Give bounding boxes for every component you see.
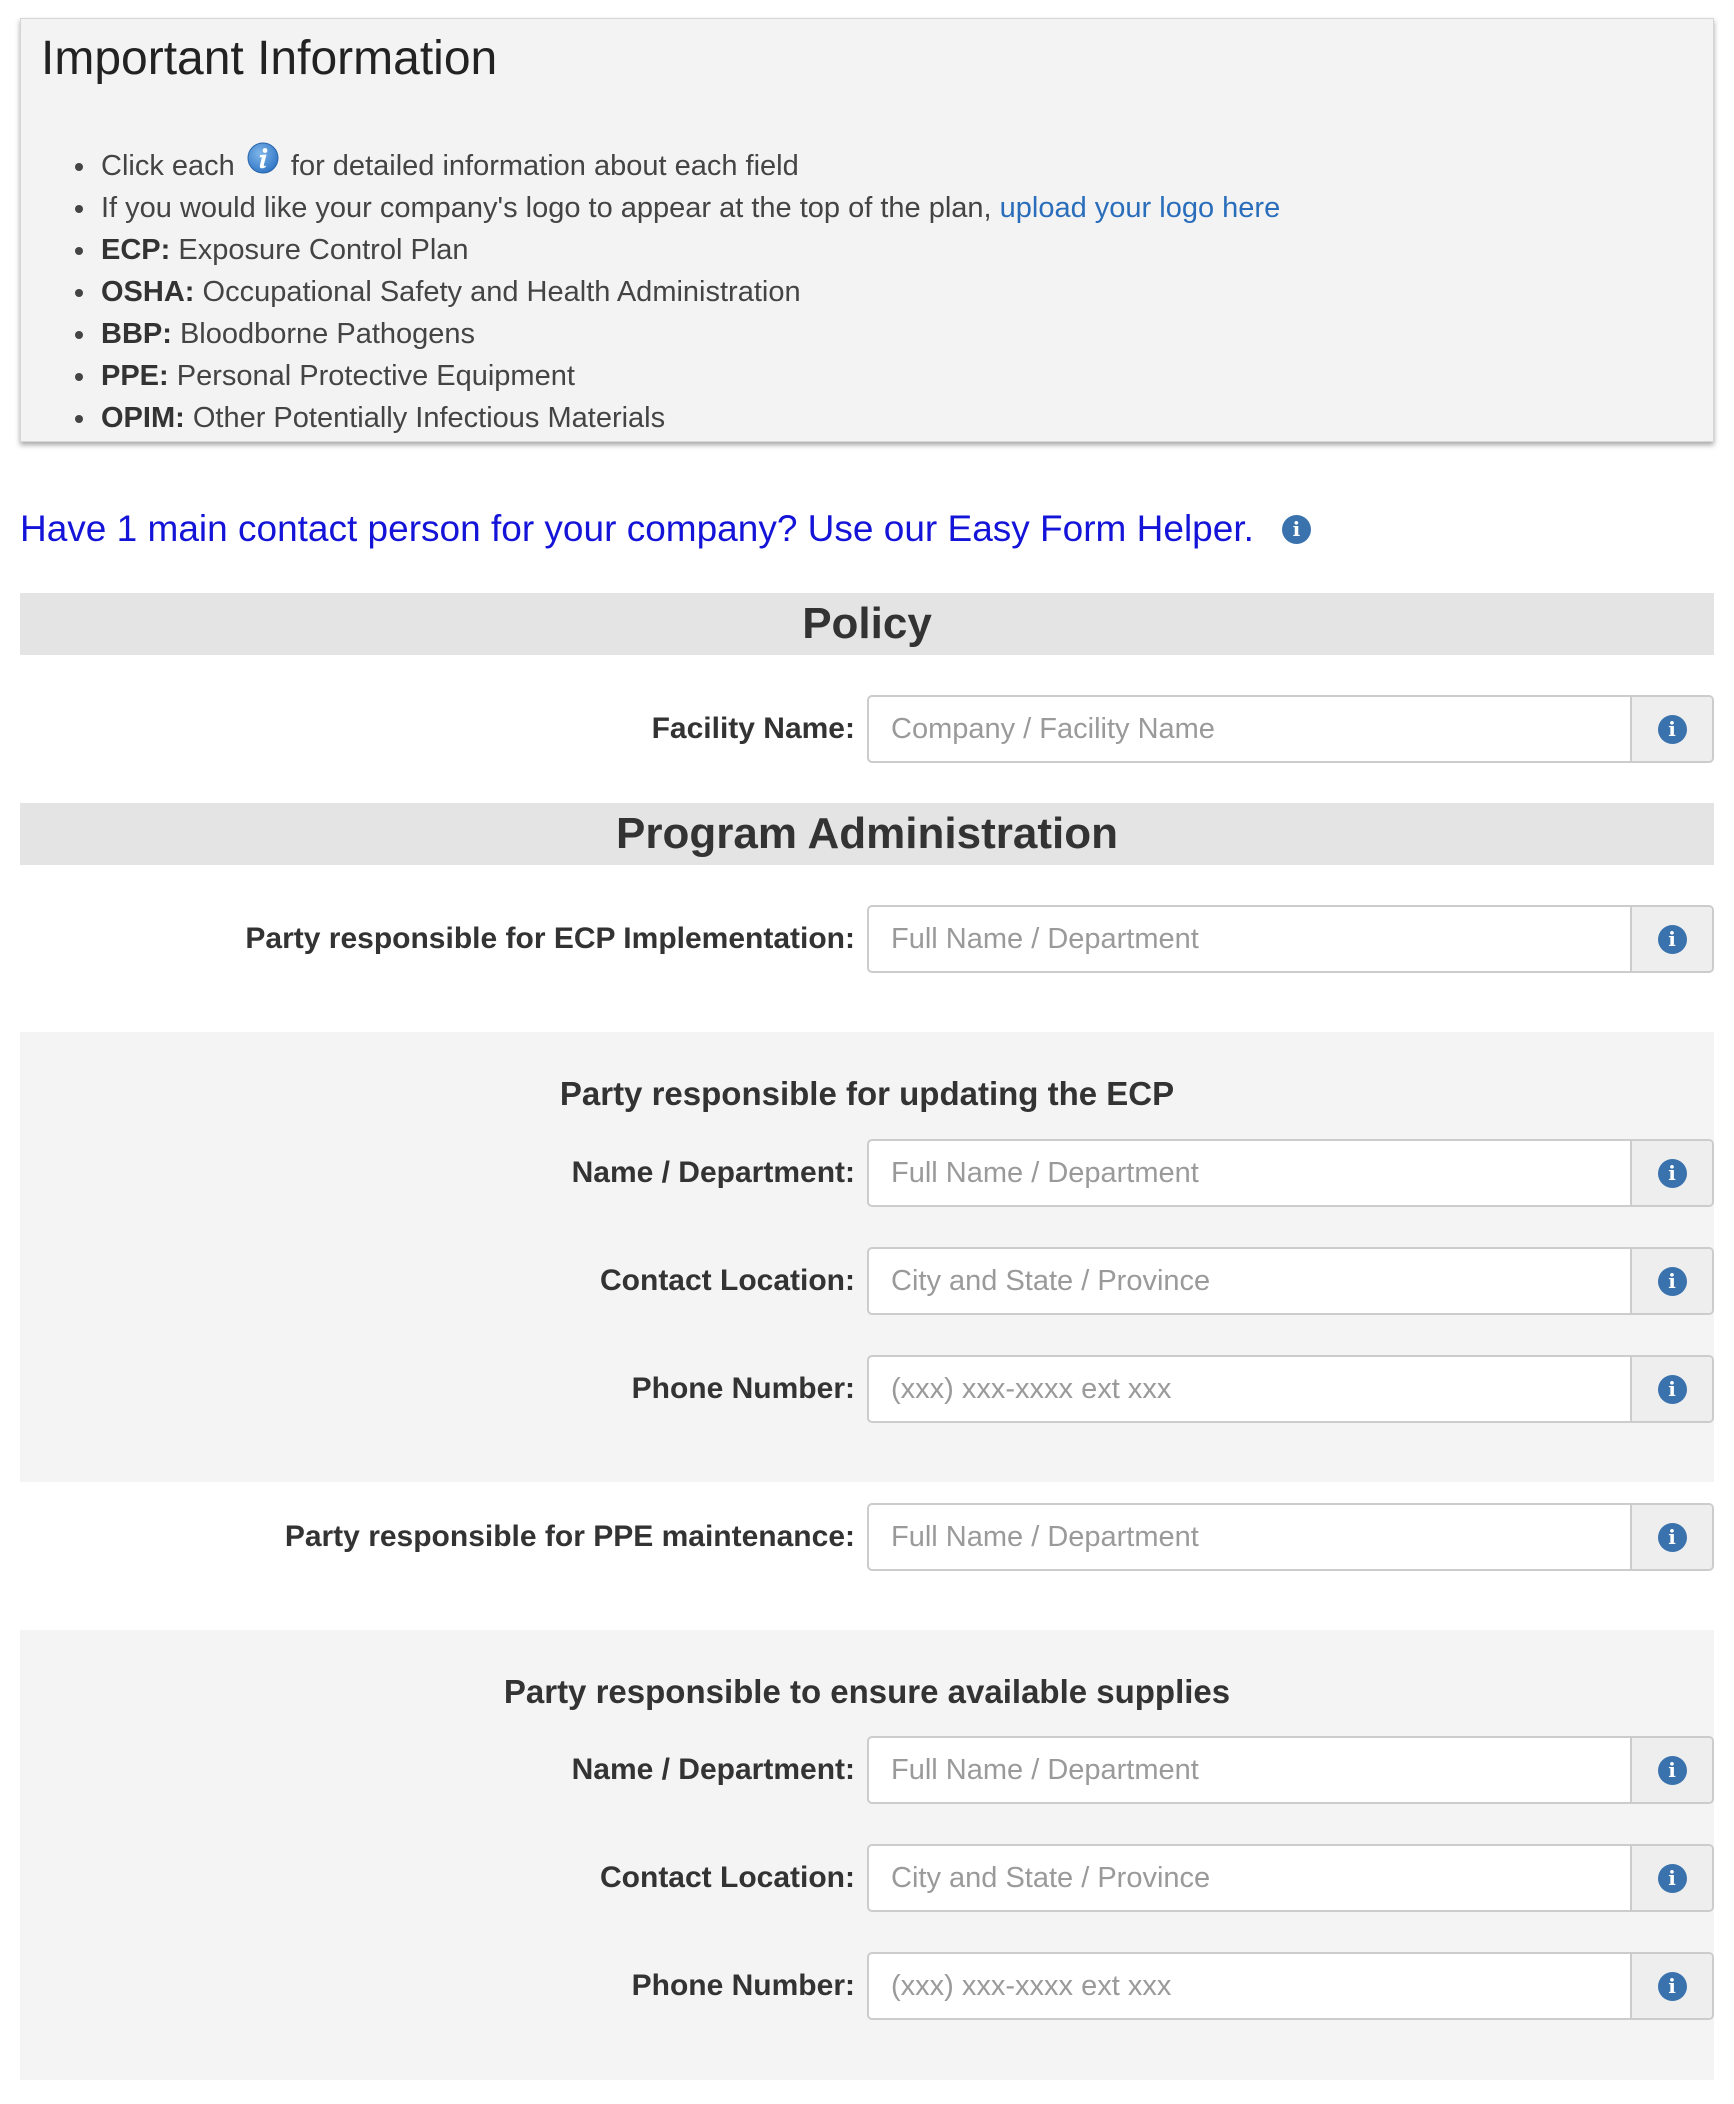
info-icon: i — [1657, 1158, 1687, 1188]
term-ecp: ECP: — [101, 234, 171, 266]
helper-info-icon[interactable]: i — [1281, 514, 1311, 544]
supplies-phone-label: Phone Number: — [631, 1969, 855, 2002]
desc-osha: Occupational Safety and Health Administr… — [202, 276, 801, 308]
section-header-program-administration: Program Administration — [20, 803, 1714, 865]
info-item-ecp: ECP: Exposure Control Plan — [74, 229, 1280, 271]
facility-name-info-button[interactable]: i — [1630, 697, 1712, 761]
updating-location-info-button[interactable]: i — [1630, 1249, 1712, 1313]
info-panel-title: Important Information — [41, 32, 498, 85]
page: Important Information Click each for det… — [0, 0, 1734, 2104]
ecp-implementation-group: i — [867, 905, 1714, 973]
info-item-logo-text: If you would like your company's logo to… — [101, 192, 992, 224]
important-info-panel: Important Information Click each for det… — [20, 18, 1714, 442]
info-icon: i — [1657, 924, 1687, 954]
ppe-maintenance-group: i — [867, 1503, 1714, 1571]
form-row-facility-name: Facility Name: i — [20, 695, 1714, 763]
info-item-click-each: Click each for detailed information abou… — [74, 142, 1280, 187]
info-icon: i — [1657, 714, 1687, 744]
supplies-phone-info-button[interactable]: i — [1630, 1954, 1712, 2018]
info-icon — [247, 142, 279, 186]
info-item-ppe: PPE: Personal Protective Equipment — [74, 355, 1280, 397]
form-row-supplies-location: Contact Location: i — [20, 1844, 1714, 1912]
ppe-maintenance-label: Party responsible for PPE maintenance: — [284, 1520, 855, 1553]
term-opim: OPIM: — [101, 402, 185, 434]
updating-ecp-title: Party responsible for updating the ECP — [559, 1075, 1175, 1112]
form-row-supplies-phone: Phone Number: i — [20, 1952, 1714, 2020]
supplies-name-label: Name / Department: — [571, 1753, 855, 1786]
supplies-name-group: i — [867, 1736, 1714, 1804]
info-item-opim: OPIM: Other Potentially Infectious Mater… — [74, 397, 1280, 439]
updating-phone-label: Phone Number: — [631, 1372, 855, 1405]
supplies-name-info-button[interactable]: i — [1630, 1738, 1712, 1802]
easy-form-helper-row: Have 1 main contact person for your comp… — [20, 504, 1311, 554]
info-item-prefix: Click each — [101, 150, 235, 182]
supplies-location-group: i — [867, 1844, 1714, 1912]
info-icon: i — [1657, 1266, 1687, 1296]
updating-location-input[interactable] — [869, 1249, 1633, 1313]
ecp-implementation-input[interactable] — [869, 907, 1633, 971]
term-osha: OSHA: — [101, 276, 195, 308]
desc-ecp: Exposure Control Plan — [178, 234, 469, 266]
supplies-name-input[interactable] — [869, 1738, 1633, 1802]
info-icon: i — [1657, 1863, 1687, 1893]
upload-logo-link[interactable]: upload your logo here — [1000, 192, 1281, 224]
updating-location-label: Contact Location: — [600, 1264, 855, 1297]
form-row-ecp-implementation: Party responsible for ECP Implementation… — [20, 905, 1714, 973]
info-item-osha: OSHA: Occupational Safety and Health Adm… — [74, 271, 1280, 313]
supplies-location-label: Contact Location: — [600, 1861, 855, 1894]
info-icon: i — [1657, 1755, 1687, 1785]
supplies-phone-group: i — [867, 1952, 1714, 2020]
info-item-bbp: BBP: Bloodborne Pathogens — [74, 313, 1280, 355]
facility-name-input[interactable] — [869, 697, 1633, 761]
term-bbp: BBP: — [101, 318, 172, 350]
section-header-policy: Policy — [20, 593, 1714, 655]
info-icon: i — [1657, 1374, 1687, 1404]
updating-name-input[interactable] — [869, 1141, 1633, 1205]
supplies-location-input[interactable] — [869, 1846, 1633, 1910]
supplies-title: Party responsible to ensure available su… — [503, 1673, 1231, 1710]
updating-name-info-button[interactable]: i — [1630, 1141, 1712, 1205]
facility-name-group: i — [867, 695, 1714, 763]
info-item-suffix: for detailed information about each fiel… — [290, 150, 799, 182]
updating-location-group: i — [867, 1247, 1714, 1315]
supplies-phone-input[interactable] — [869, 1954, 1633, 2018]
ppe-maintenance-input[interactable] — [869, 1505, 1633, 1569]
updating-name-label: Name / Department: — [571, 1156, 855, 1189]
info-icon: i — [1657, 1971, 1687, 2001]
info-icon: i — [1281, 514, 1311, 544]
form-row-updating-name: Name / Department: i — [20, 1139, 1714, 1207]
desc-ppe: Personal Protective Equipment — [176, 360, 575, 392]
form-row-supplies-name: Name / Department: i — [20, 1736, 1714, 1804]
info-item-logo: If you would like your company's logo to… — [74, 187, 1281, 229]
updating-phone-info-button[interactable]: i — [1630, 1357, 1712, 1421]
easy-form-helper-link[interactable]: Have 1 main contact person for your comp… — [20, 508, 1254, 550]
form-row-updating-location: Contact Location: i — [20, 1247, 1714, 1315]
ppe-maintenance-info-button[interactable]: i — [1630, 1505, 1712, 1569]
info-icon: i — [1657, 1522, 1687, 1552]
form-row-ppe-maintenance: Party responsible for PPE maintenance: i — [20, 1503, 1714, 1571]
ecp-implementation-label: Party responsible for ECP Implementation… — [245, 922, 855, 955]
form-row-updating-phone: Phone Number: i — [20, 1355, 1714, 1423]
updating-phone-group: i — [867, 1355, 1714, 1423]
updating-phone-input[interactable] — [869, 1357, 1633, 1421]
info-list: Click each for detailed information abou… — [74, 142, 1281, 439]
supplies-location-info-button[interactable]: i — [1630, 1846, 1712, 1910]
facility-name-label: Facility Name: — [651, 712, 855, 745]
desc-bbp: Bloodborne Pathogens — [179, 318, 476, 350]
ecp-implementation-info-button[interactable]: i — [1630, 907, 1712, 971]
desc-opim: Other Potentially Infectious Materials — [192, 402, 666, 434]
term-ppe: PPE: — [101, 360, 169, 392]
updating-name-group: i — [867, 1139, 1714, 1207]
